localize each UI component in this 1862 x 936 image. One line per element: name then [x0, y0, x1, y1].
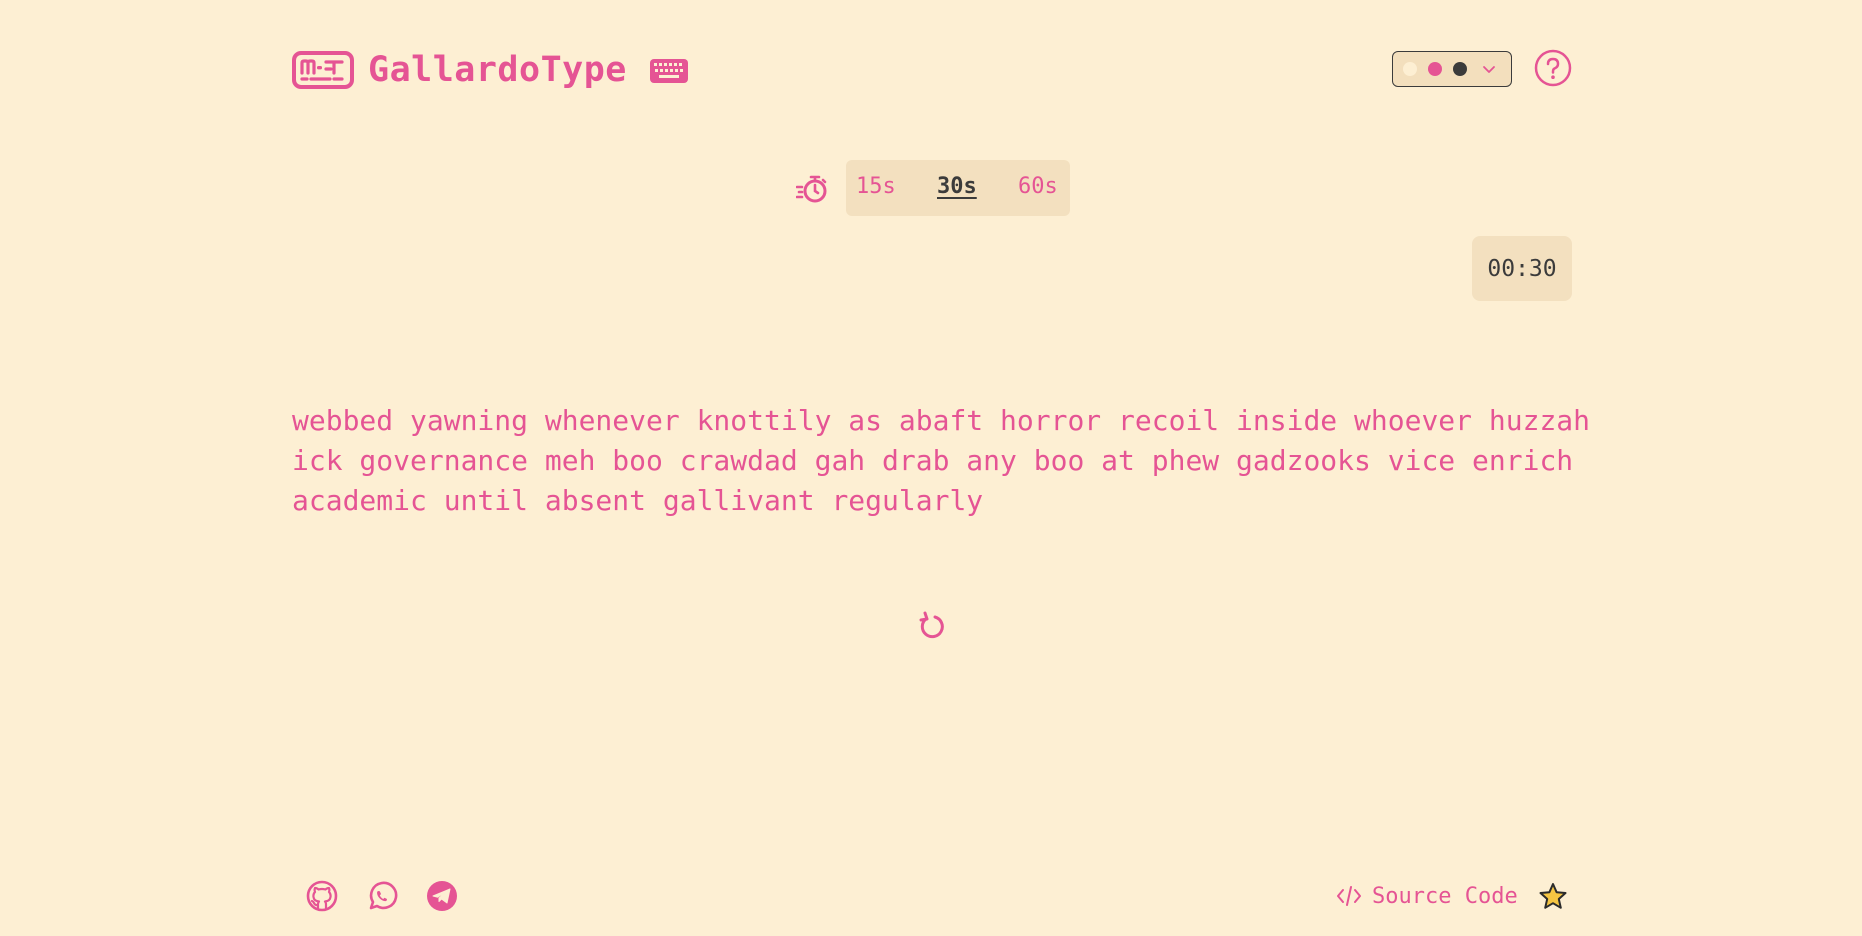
source-code-label: Source Code — [1372, 883, 1518, 909]
countdown-timer: 00:30 — [1472, 236, 1572, 301]
app-title: GallardoType — [368, 50, 627, 90]
time-option-30s[interactable]: 30s — [937, 174, 977, 199]
stopwatch-icon — [796, 175, 827, 203]
time-options: 15s 30s 60s — [846, 160, 1070, 216]
keyboard-icon[interactable] — [650, 59, 688, 83]
theme-swatch-accent — [1428, 62, 1442, 76]
mt-logo-icon — [292, 51, 354, 89]
brand-link[interactable]: GallardoType — [292, 50, 627, 90]
code-icon — [1337, 886, 1361, 906]
header: GallardoType — [292, 46, 1572, 94]
github-icon[interactable] — [306, 880, 338, 912]
star-icon[interactable] — [1538, 882, 1568, 910]
theme-selector[interactable] — [1392, 51, 1512, 87]
question-icon[interactable] — [1534, 49, 1572, 87]
whatsapp-icon[interactable] — [366, 880, 398, 912]
restart-icon[interactable] — [916, 610, 948, 642]
time-option-15s[interactable]: 15s — [856, 174, 896, 199]
chevron-down-icon — [1483, 66, 1495, 73]
time-selector: 15s 30s 60s — [292, 160, 1572, 216]
theme-swatch-background — [1403, 62, 1417, 76]
app-container: GallardoType 15s 30s 60s 00:30 webbed ya… — [292, 0, 1590, 936]
time-option-60s[interactable]: 60s — [1018, 174, 1058, 199]
source-code-link[interactable]: Source Code — [1336, 880, 1518, 912]
theme-swatch-text — [1453, 62, 1467, 76]
telegram-icon[interactable] — [426, 880, 458, 912]
words-line: webbed yawning whenever knottily as abaf… — [292, 404, 1591, 437]
words-line: ick governance meh boo crawdad gah drab … — [292, 444, 1574, 477]
typing-words[interactable]: webbed yawning whenever knottily as abaf… — [292, 401, 1591, 521]
words-line: academic until absent gallivant regularl… — [292, 484, 984, 517]
